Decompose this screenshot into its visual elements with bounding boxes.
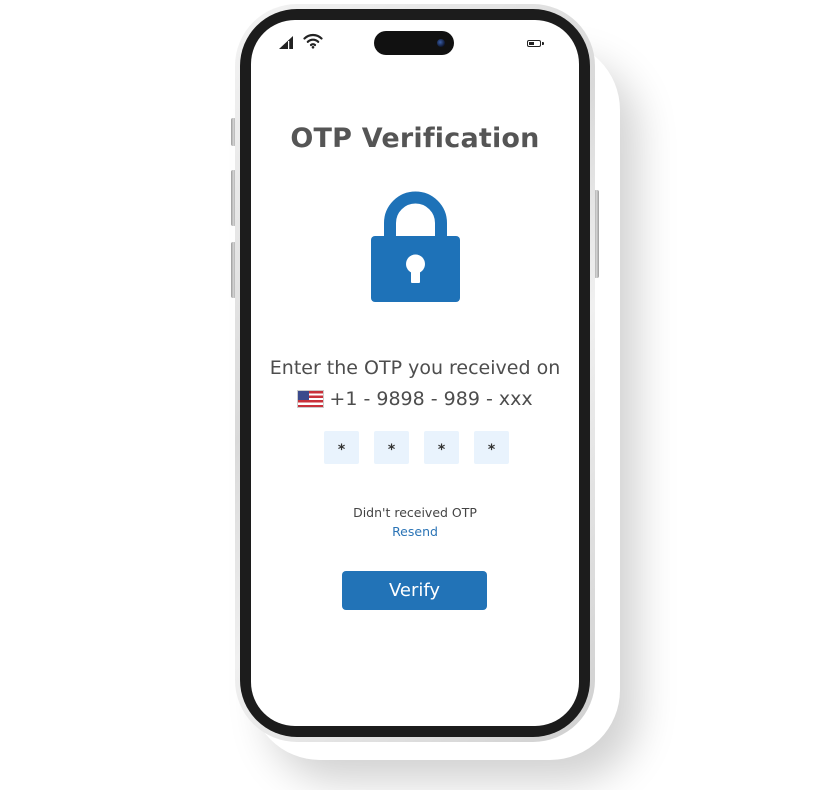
front-camera-icon bbox=[437, 39, 445, 47]
didnt-receive-text: Didn't received OTP bbox=[353, 505, 477, 520]
battery-level bbox=[529, 42, 534, 45]
flag-canton bbox=[298, 391, 310, 400]
cellular-signal-icon bbox=[279, 36, 293, 49]
resend-link[interactable]: Resend bbox=[251, 524, 579, 539]
wifi-icon bbox=[303, 33, 323, 49]
verify-button[interactable]: Verify bbox=[342, 571, 487, 610]
otp-instruction: Enter the OTP you received on bbox=[269, 357, 561, 379]
mockup-stage: OTP Verification Enter the OTP you recei… bbox=[0, 0, 831, 790]
phone-screen: OTP Verification Enter the OTP you recei… bbox=[251, 20, 579, 726]
phone-number-row: +1 - 9898 - 989 - xxx bbox=[251, 388, 579, 410]
battery-icon bbox=[527, 40, 544, 47]
us-flag-icon bbox=[297, 390, 325, 408]
otp-input-group: * * * * bbox=[324, 431, 509, 464]
otp-digit-1[interactable]: * bbox=[324, 431, 359, 464]
dynamic-island bbox=[374, 31, 454, 55]
padlock-icon bbox=[371, 191, 460, 302]
page-title: OTP Verification bbox=[290, 123, 540, 154]
otp-digit-3[interactable]: * bbox=[424, 431, 459, 464]
phone-number: +1 - 9898 - 989 - xxx bbox=[329, 388, 533, 410]
otp-digit-4[interactable]: * bbox=[474, 431, 509, 464]
otp-digit-2[interactable]: * bbox=[374, 431, 409, 464]
phone-frame: OTP Verification Enter the OTP you recei… bbox=[235, 4, 595, 742]
